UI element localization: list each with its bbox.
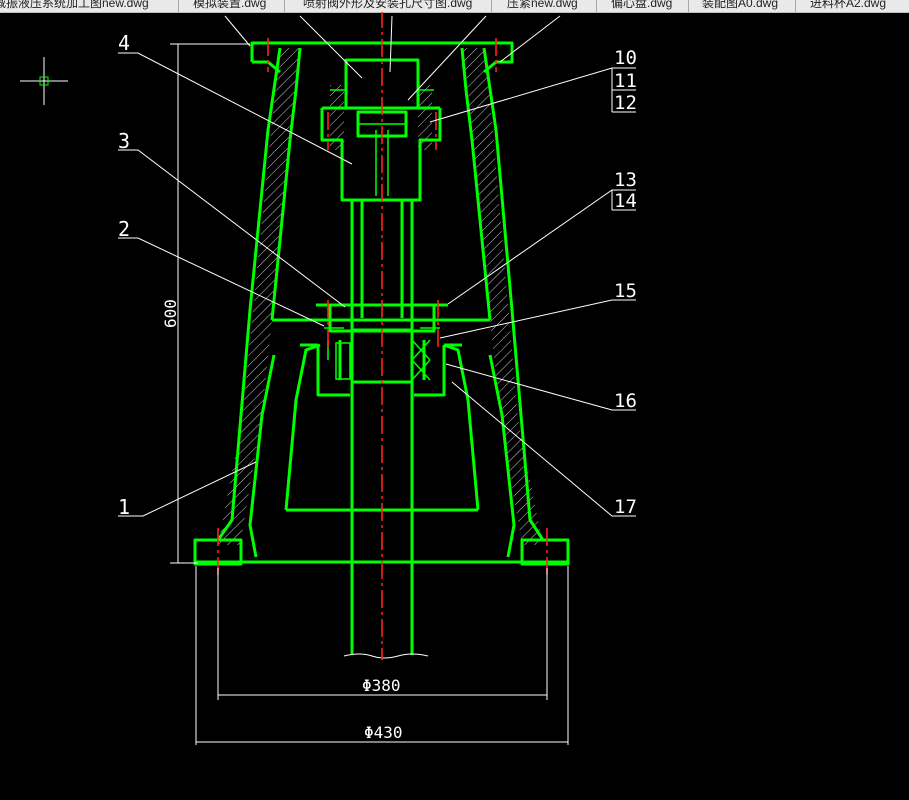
part-label-2: 2 bbox=[118, 217, 130, 241]
crosshair-cursor-icon bbox=[20, 57, 68, 105]
tab-divider bbox=[491, 0, 492, 12]
part-label-4: 4 bbox=[118, 31, 130, 55]
part-label-10: 10 bbox=[614, 47, 637, 69]
tab-divider bbox=[284, 0, 285, 12]
tab-file-3[interactable]: 喷射阀外形及安装孔尺寸图.dwg bbox=[303, 0, 472, 12]
tab-divider bbox=[596, 0, 597, 12]
shaft-break-line bbox=[343, 653, 429, 659]
part-label-1: 1 bbox=[118, 495, 130, 519]
tab-file-5[interactable]: 偏心盘.dwg bbox=[611, 0, 672, 12]
part-label-17: 17 bbox=[614, 496, 637, 518]
part-label-15: 15 bbox=[614, 280, 637, 302]
part-label-3: 3 bbox=[118, 129, 130, 153]
tab-file-7[interactable]: 进料杯A2.dwg bbox=[810, 0, 886, 12]
part-label-11: 11 bbox=[614, 70, 637, 92]
tab-file-2[interactable]: 模拟装置.dwg bbox=[193, 0, 266, 12]
part-label-16: 16 bbox=[614, 390, 637, 412]
tab-divider bbox=[178, 0, 179, 12]
dimension-height-600: 600 bbox=[161, 299, 180, 328]
dimension-dia-380: Φ380 bbox=[362, 676, 401, 695]
leader-lines bbox=[118, 15, 636, 517]
tab-file-4[interactable]: 压紧new.dwg bbox=[507, 0, 578, 12]
tab-file-1[interactable]: 减振液压系统加工图new.dwg bbox=[0, 0, 149, 12]
tab-divider bbox=[688, 0, 689, 12]
part-label-13: 13 bbox=[614, 169, 637, 191]
part-label-14: 14 bbox=[614, 190, 637, 212]
dimension-dia-430: Φ430 bbox=[364, 723, 403, 742]
part-label-12: 12 bbox=[614, 92, 637, 114]
tab-file-6[interactable]: 装配图A0.dwg bbox=[702, 0, 778, 12]
tab-divider bbox=[795, 0, 796, 12]
part-number-labels: 4 3 2 1 10 11 12 13 14 15 16 17 bbox=[118, 31, 637, 519]
drawing-canvas[interactable]: 4 3 2 1 10 11 12 13 14 15 16 17 600 Φ380… bbox=[0, 12, 909, 800]
